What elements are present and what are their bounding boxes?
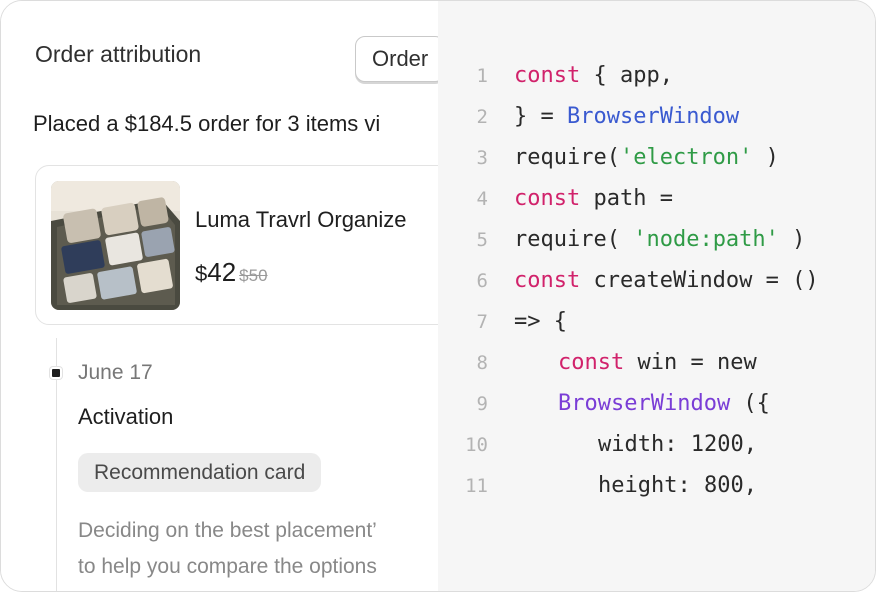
code-text: const createWindow = () — [514, 266, 819, 296]
product-card[interactable]: Luma Travrl Organize $42 $50 — [35, 165, 438, 325]
code-text: require('electron' ) — [514, 143, 779, 173]
travel-organizer-image — [51, 181, 180, 310]
line-number: 4 — [476, 188, 488, 210]
code-text: height: 800, — [598, 471, 757, 501]
code-token: 'node:path' — [633, 227, 779, 252]
line-number: 9 — [476, 393, 488, 415]
original-price: $50 — [239, 266, 268, 285]
panel-title: Order attribution — [35, 41, 202, 67]
code-text: BrowserWindow ({ — [558, 389, 770, 419]
code-token: { app, — [580, 63, 673, 88]
recommendation-card-badge: Recommendation card — [78, 453, 322, 492]
order-button[interactable]: Order — [355, 36, 438, 82]
order-summary-text: Placed a $184.5 order for 3 items vi — [33, 111, 381, 136]
code-token: require( — [514, 227, 634, 252]
line-number: 8 — [476, 352, 488, 374]
code-token: createWindow = () — [580, 268, 819, 293]
timeline-description: Deciding on the best placement’ to help … — [78, 513, 377, 585]
line-number: 1 — [476, 65, 488, 87]
code-token: } = — [514, 104, 567, 129]
code-token: 'electron' — [619, 145, 753, 170]
code-token: width: 1200, — [598, 432, 757, 457]
line-number: 6 — [476, 270, 488, 292]
code-text: const { app, — [514, 61, 673, 91]
line-number: 7 — [476, 311, 488, 333]
line-number: 2 — [476, 106, 488, 128]
code-text: const path = — [514, 184, 673, 214]
code-text: => { — [514, 307, 567, 337]
product-image — [51, 181, 180, 310]
code-text: require( 'node:path' ) — [514, 225, 805, 255]
code-token: BrowserWindow — [558, 391, 731, 416]
code-text: width: 1200, — [598, 430, 757, 460]
code-token: height: 800, — [598, 473, 757, 498]
line-number: 5 — [476, 229, 488, 251]
timeline-event-title: Activation — [78, 404, 174, 429]
code-token: win = new — [624, 350, 757, 375]
code-token: const — [514, 268, 581, 293]
code-token: const — [514, 63, 581, 88]
code-token: => { — [514, 309, 567, 334]
code-token: require( — [514, 145, 620, 170]
line-number: 11 — [465, 475, 488, 497]
line-number: 10 — [465, 434, 488, 456]
product-name: Luma Travrl Organize — [195, 207, 407, 232]
line-number: 3 — [476, 147, 488, 169]
code-token: const — [558, 350, 625, 375]
code-token: const — [514, 186, 581, 211]
code-editor-panel[interactable]: 1 const { app, 2 } = BrowserWindow 3 require(… — [438, 1, 875, 591]
app-frame: Order attribution Order Placed a $184.5 … — [0, 0, 876, 592]
order-attribution-panel: Order attribution Order Placed a $184.5 … — [1, 1, 438, 591]
price-value: 42 — [207, 257, 237, 287]
product-price: $42 $50 — [195, 257, 268, 288]
code-token: path = — [580, 186, 673, 211]
code-text: const win = new — [558, 348, 757, 378]
timeline-date: June 17 — [78, 361, 153, 384]
code-token: ) — [778, 227, 806, 252]
code-token: BrowserWindow — [566, 104, 740, 129]
description-line-1: Deciding on the best placement’ — [78, 519, 377, 542]
code-text: } = BrowserWindow — [514, 102, 739, 132]
price-currency: $ — [195, 261, 208, 286]
description-line-2: to help you compare the options — [78, 555, 377, 578]
timeline-dot-icon — [50, 367, 62, 379]
code-token: ({ — [730, 391, 770, 416]
code-token: ) — [752, 145, 779, 170]
